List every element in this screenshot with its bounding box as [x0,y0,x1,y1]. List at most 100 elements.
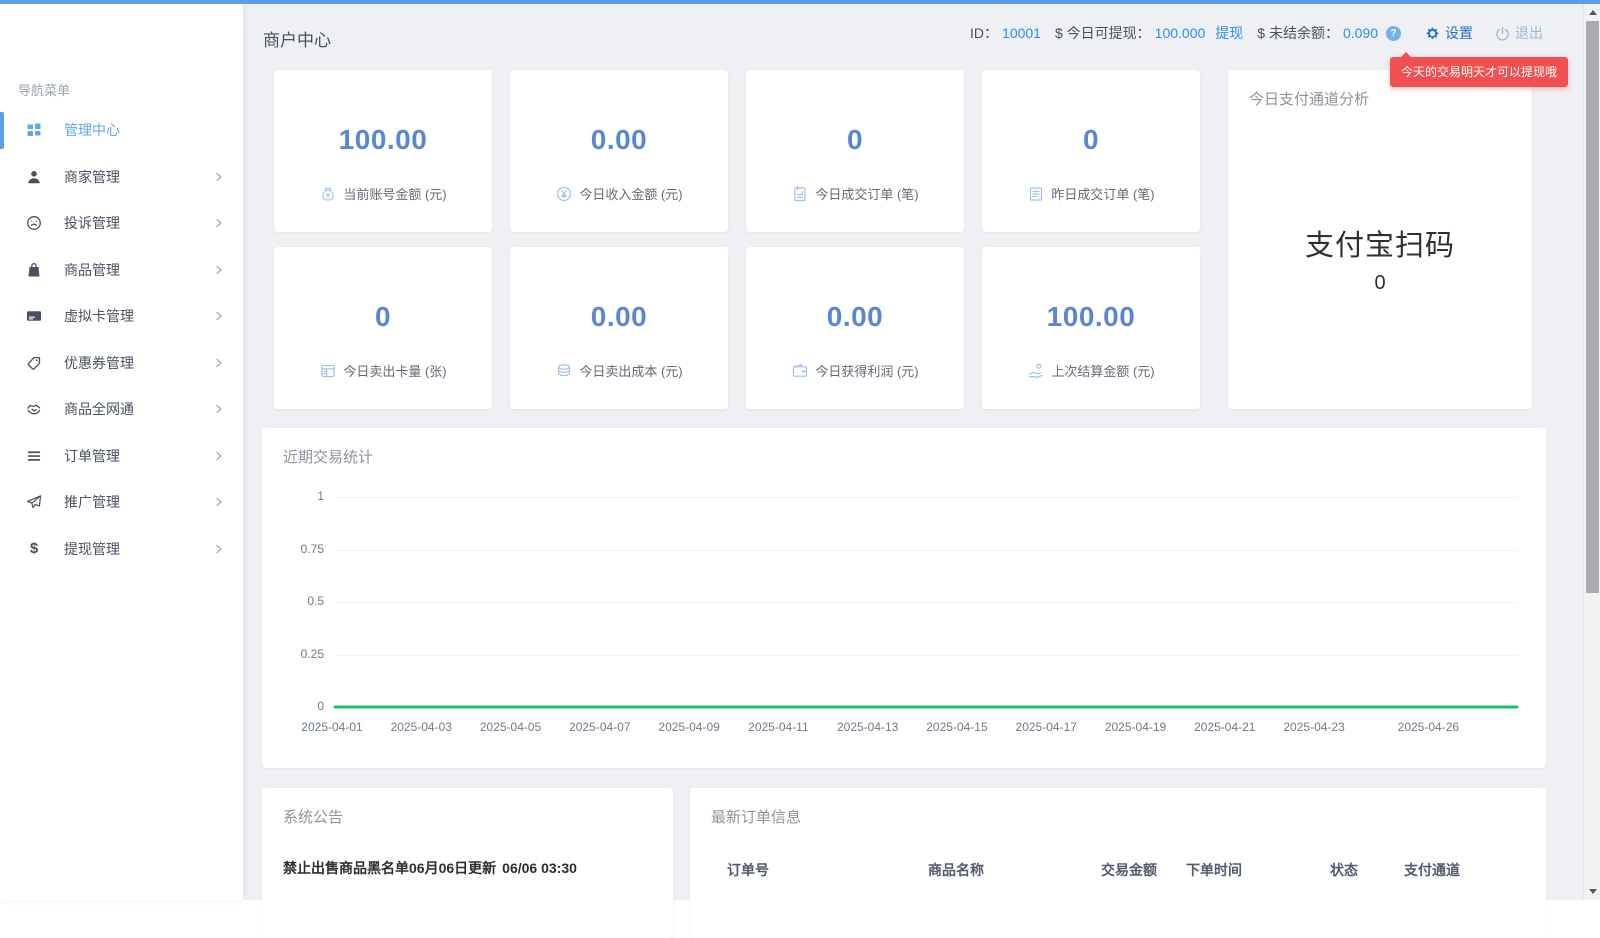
gear-icon [1425,26,1440,41]
chevron-right-icon [213,450,225,462]
wallet-icon [791,362,809,380]
sidebar-item-product[interactable]: 商品管理 [0,247,243,294]
yen-coin-icon [555,185,573,203]
logout-label: 退出 [1515,23,1543,43]
logout-button[interactable]: 退出 [1495,23,1543,43]
unsettled-value: 0.090 [1343,25,1378,41]
withdrawable-today: $ 今日可提现： 100.000 提现 [1055,23,1243,43]
transactions-chart-panel: 近期交易统计 00.250.50.7512025-04-012025-04-03… [262,428,1546,768]
help-icon[interactable]: ? [1386,26,1401,41]
sidebar-item-withdraw[interactable]: $ 提现管理 [0,526,243,573]
grid-icon [26,122,42,138]
stat-label-row: 昨日成交订单 (笔) [1027,184,1154,203]
stat-card-current-balance: 100.00 当前账号金额 (元) [274,70,492,232]
channel-value: 0 [1228,272,1532,295]
stat-value: 0.00 [591,124,648,156]
withdrawable-value: 100.000 [1155,25,1206,41]
chart-plot: 00.250.50.7512025-04-012025-04-032025-04… [262,428,1546,768]
stat-label: 上次结算金额 (元) [1051,361,1154,380]
chevron-right-icon [213,310,225,322]
stat-label: 今日获得利润 (元) [815,361,918,380]
payment-channel-panel: 今日支付通道分析 支付宝扫码 0 [1228,70,1532,409]
sidebar-item-complaint[interactable]: 投诉管理 [0,200,243,247]
stat-label: 今日卖出成本 (元) [579,361,682,380]
scroll-down-button[interactable] [1584,883,1600,900]
stat-value: 0 [375,301,391,333]
sidebar-item-manage-center[interactable]: 管理中心 [0,107,243,154]
stat-label-row: 今日卖出成本 (元) [555,361,682,380]
sidebar-item-label: 推广管理 [64,492,120,512]
page-header: 商户中心 ID： 10001 $ 今日可提现： 100.000 提现 $ 未结余… [243,4,1583,62]
sidebar-item-label: 商品全网通 [64,399,134,419]
settings-button[interactable]: 设置 [1425,23,1473,43]
sidebar-item-label: 提现管理 [64,539,120,559]
list-icon [26,448,42,464]
stat-value: 0 [1083,124,1099,156]
sidebar-item-label: 商家管理 [64,167,120,187]
vertical-scrollbar [1583,4,1600,900]
announcement-time: 06/06 03:30 [502,860,577,876]
chevron-right-icon [213,217,225,229]
channel-summary: 支付宝扫码 0 [1228,222,1532,295]
unsettled-label: $ 未结余额： [1257,23,1339,43]
stat-card-today-income: 0.00 今日收入金额 (元) [510,70,728,232]
chevron-right-icon [213,496,225,508]
main-content: 商户中心 ID： 10001 $ 今日可提现： 100.000 提现 $ 未结余… [243,4,1583,900]
nav-section-label: 导航菜单 [18,80,70,99]
sidebar-item-order[interactable]: 订单管理 [0,433,243,480]
sidebar-item-promotion[interactable]: 推广管理 [0,479,243,526]
orders-col-amount: 交易金额 [1101,860,1157,880]
channel-name: 支付宝扫码 [1228,222,1532,264]
stat-card-today-profit: 0.00 今日获得利润 (元) [746,247,964,409]
chevron-right-icon [213,403,225,415]
clipboard-icon [791,185,809,203]
sidebar-item-label: 订单管理 [64,446,120,466]
stat-card-today-cost: 0.00 今日卖出成本 (元) [510,247,728,409]
card-table-icon [319,362,337,380]
announcement-item[interactable]: 禁止出售商品黑名单06月06日更新06/06 03:30 [283,858,577,878]
header-right: ID： 10001 $ 今日可提现： 100.000 提现 $ 未结余额： 0.… [970,4,1543,62]
chevron-right-icon [213,171,225,183]
sidebar-item-label: 优惠券管理 [64,353,134,373]
sidebar: 导航菜单 管理中心 商家管理 投诉管理 商品管理 虚拟卡管理 [0,4,243,900]
sidebar-item-label: 虚拟卡管理 [64,306,134,326]
stat-label-row: 今日获得利润 (元) [791,361,918,380]
stat-label: 今日收入金额 (元) [579,184,682,203]
credit-card-icon [26,308,42,324]
latest-orders-panel: 最新订单信息 订单号 商品名称 交易金额 下单时间 状态 支付通道 [690,788,1546,938]
sidebar-item-virtual-card[interactable]: 虚拟卡管理 [0,293,243,340]
sidebar-item-label: 投诉管理 [64,213,120,233]
scrollbar-thumb[interactable] [1586,21,1599,593]
top-accent-bar [0,0,1600,4]
orders-col-status: 状态 [1330,860,1358,880]
chevron-right-icon [213,357,225,369]
stat-value: 100.00 [339,124,428,156]
money-bag-icon [319,185,337,203]
sidebar-item-label: 管理中心 [64,120,120,140]
stats-grid: 100.00 当前账号金额 (元) 0.00 今日收入金额 (元) 0 今日成交… [274,70,1200,409]
sidebar-item-coupon[interactable]: 优惠券管理 [0,340,243,387]
withdrawable-label: $ 今日可提现： [1055,23,1151,43]
stat-label: 昨日成交订单 (笔) [1051,184,1154,203]
panel-title: 最新订单信息 [711,806,801,827]
stat-value: 0.00 [591,301,648,333]
document-icon [1027,185,1045,203]
sidebar-item-merchant[interactable]: 商家管理 [0,154,243,201]
stat-value: 100.00 [1047,301,1136,333]
paper-plane-icon [26,494,42,510]
sidebar-item-product-network[interactable]: 商品全网通 [0,386,243,433]
stat-card-yesterday-orders: 0 昨日成交订单 (笔) [982,70,1200,232]
stat-card-cards-sold: 0 今日卖出卡量 (张) [274,247,492,409]
announcement-panel: 系统公告 禁止出售商品黑名单06月06日更新06/06 03:30 [262,788,673,938]
withdraw-link[interactable]: 提现 [1215,23,1243,43]
orders-col-channel: 支付通道 [1404,860,1460,880]
orders-col-order-no: 订单号 [727,860,769,880]
scroll-up-button[interactable] [1584,4,1600,21]
nav-list: 管理中心 商家管理 投诉管理 商品管理 虚拟卡管理 优惠券管理 [0,107,243,572]
sidebar-item-label: 商品管理 [64,260,120,280]
stat-label-row: 当前账号金额 (元) [319,184,446,203]
power-icon [1495,26,1510,41]
handshake-icon [26,401,42,417]
stat-label-row: 上次结算金额 (元) [1027,361,1154,380]
settings-label: 设置 [1445,23,1473,43]
